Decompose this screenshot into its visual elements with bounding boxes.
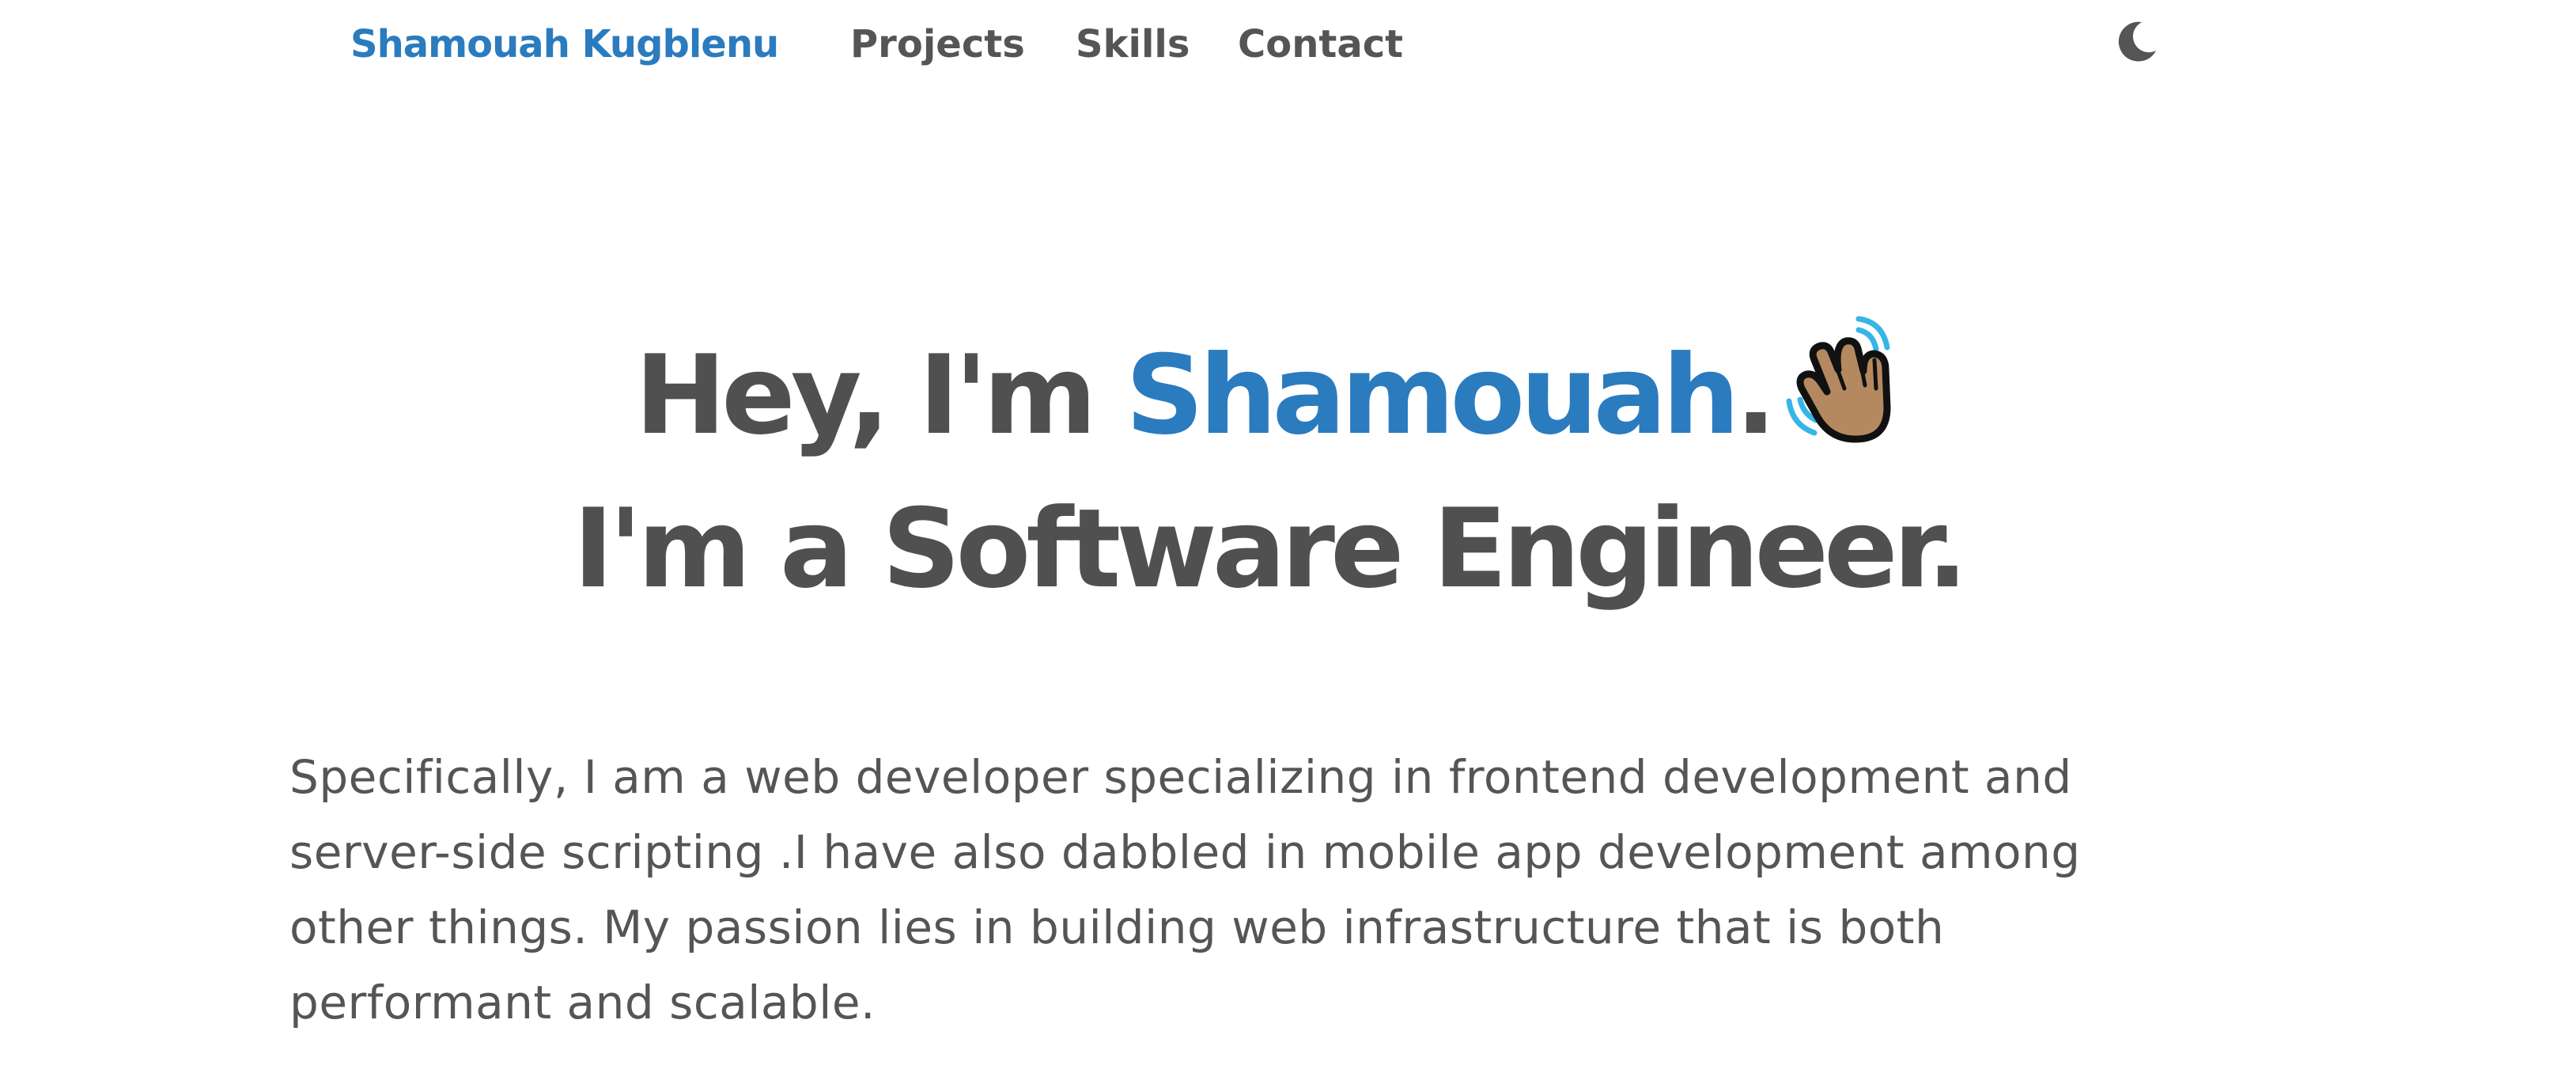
hero-subtitle: I'm a Software Engineer. — [573, 485, 1969, 612]
brand-link[interactable]: Shamouah Kugblenu — [350, 22, 779, 66]
nav-link-contact[interactable]: Contact — [1238, 22, 1403, 66]
hero-name: Shamouah — [1125, 332, 1740, 459]
moon-icon — [2113, 17, 2161, 65]
top-navbar: Shamouah Kugblenu Projects Skills Contac… — [0, 0, 2576, 95]
hero-greeting: Hey, I'm — [634, 332, 1125, 459]
hero-heading: Hey, I'm Shamouah. — [0, 313, 2560, 459]
theme-toggle-button[interactable] — [2113, 17, 2161, 65]
nav-link-skills[interactable]: Skills — [1076, 22, 1190, 66]
intro-paragraph: Specifically, I am a web developer speci… — [289, 750, 2081, 1029]
hero-punctuation: . — [1734, 332, 1776, 459]
waving-hand-icon — [1783, 313, 1909, 447]
nav-link-projects[interactable]: Projects — [850, 22, 1025, 66]
